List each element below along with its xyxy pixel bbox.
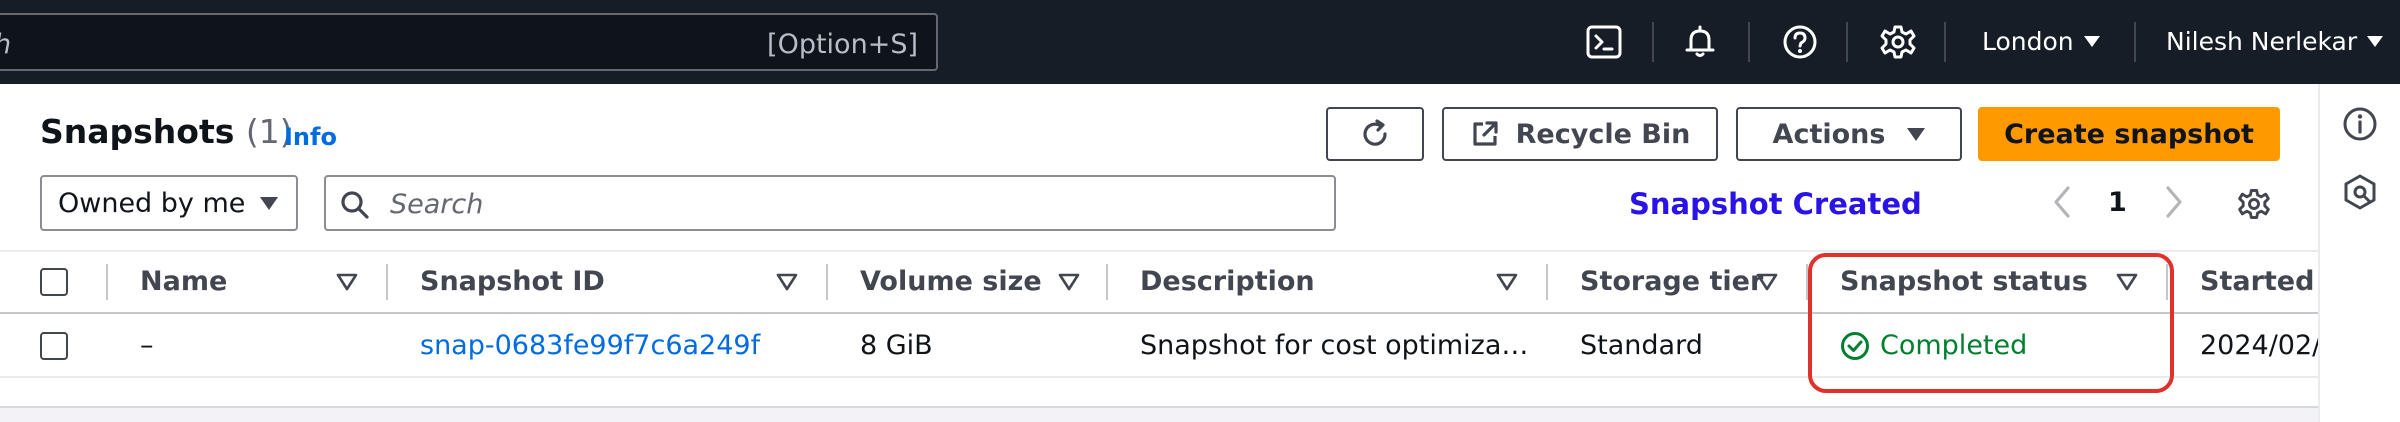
- page-title-text: Snapshots: [40, 112, 235, 151]
- success-check-icon: [1841, 331, 1869, 360]
- sort-name-icon[interactable]: [336, 272, 358, 292]
- column-header-volume-size[interactable]: Volume size: [860, 266, 1042, 297]
- account-name: Nilesh Nerlekar: [2166, 27, 2358, 56]
- sort-description-icon[interactable]: [1496, 272, 1518, 292]
- search-icon: [341, 191, 369, 219]
- refresh-icon: [1363, 119, 1387, 146]
- global-search-placeholder: h: [0, 29, 11, 60]
- next-page-icon[interactable]: [2162, 184, 2186, 220]
- external-link-icon: [1473, 121, 1498, 146]
- column-header-snapshot-status[interactable]: Snapshot status: [1840, 266, 2088, 297]
- sort-snapshot-id-icon[interactable]: [776, 272, 798, 292]
- region-selector[interactable]: London: [1982, 27, 2100, 56]
- refresh-button[interactable]: [1326, 107, 1424, 161]
- table-footer-strip: [0, 406, 2318, 422]
- account-menu[interactable]: Nilesh Nerlekar: [2166, 27, 2384, 56]
- recycle-bin-label: Recycle Bin: [1515, 118, 1691, 150]
- cell-storage-tier: Standard: [1580, 330, 1703, 361]
- create-snapshot-button[interactable]: Create snapshot: [1978, 107, 2280, 161]
- sort-snapshot-status-icon[interactable]: [2116, 272, 2138, 292]
- account-caret-icon: [2367, 36, 2384, 47]
- snapshot-created-notice: Snapshot Created: [1629, 187, 1922, 221]
- sort-volume-size-icon[interactable]: [1058, 272, 1080, 292]
- actions-dropdown-button[interactable]: Actions: [1736, 107, 1962, 161]
- row-select-checkbox[interactable]: [40, 332, 68, 360]
- explore-related-icon[interactable]: [2340, 172, 2380, 212]
- cell-description: Snapshot for cost optimiza…: [1140, 330, 1529, 361]
- info-link[interactable]: Info: [284, 123, 337, 151]
- sort-storage-tier-icon[interactable]: [1756, 272, 1778, 292]
- cell-volume-size: 8 GiB: [860, 330, 933, 361]
- previous-page-icon[interactable]: [2050, 184, 2074, 220]
- help-icon[interactable]: [1780, 22, 1820, 62]
- column-header-description[interactable]: Description: [1140, 266, 1315, 297]
- region-caret-icon: [2083, 36, 2100, 47]
- snapshot-search-placeholder: Search: [390, 189, 484, 220]
- notifications-bell-icon[interactable]: [1680, 22, 1720, 62]
- global-search-input[interactable]: h [Option+S]: [0, 13, 938, 71]
- select-all-checkbox[interactable]: [40, 268, 68, 296]
- info-panel-icon[interactable]: [2340, 104, 2380, 144]
- cell-name: –: [140, 330, 154, 361]
- recycle-bin-button[interactable]: Recycle Bin: [1442, 107, 1718, 161]
- owner-filter-caret-icon: [260, 197, 278, 210]
- owner-filter-value: Owned by me: [58, 187, 246, 219]
- cell-started: 2024/02/: [2200, 330, 2322, 361]
- column-header-storage-tier[interactable]: Storage tier: [1580, 266, 1763, 297]
- actions-label: Actions: [1772, 118, 1886, 150]
- current-page-number[interactable]: 1: [2108, 187, 2127, 218]
- region-label: London: [1982, 27, 2074, 56]
- column-header-snapshot-id[interactable]: Snapshot ID: [420, 266, 605, 297]
- column-header-name[interactable]: Name: [140, 266, 227, 297]
- status-text: Completed: [1880, 330, 2028, 361]
- actions-caret-icon: [1907, 127, 1926, 141]
- top-navigation-bar: h [Option+S] London Nilesh Nerlekar: [0, 0, 2400, 84]
- create-snapshot-label: Create snapshot: [2004, 118, 2254, 150]
- cell-snapshot-id-link[interactable]: snap-0683fe99f7c6a249f: [420, 330, 760, 361]
- tools-rail: [2318, 84, 2400, 422]
- search-shortcut-hint: [Option+S]: [767, 29, 918, 60]
- cloudshell-icon[interactable]: [1584, 22, 1624, 62]
- snapshot-search-input[interactable]: Search: [324, 175, 1336, 231]
- preferences-gear-icon[interactable]: [2236, 186, 2272, 222]
- column-header-started[interactable]: Started: [2200, 266, 2314, 297]
- owner-filter-select[interactable]: Owned by me: [40, 175, 298, 231]
- status-badge: Completed: [1840, 330, 2027, 361]
- settings-gear-icon[interactable]: [1878, 22, 1918, 62]
- page-title: Snapshots (1): [40, 112, 293, 151]
